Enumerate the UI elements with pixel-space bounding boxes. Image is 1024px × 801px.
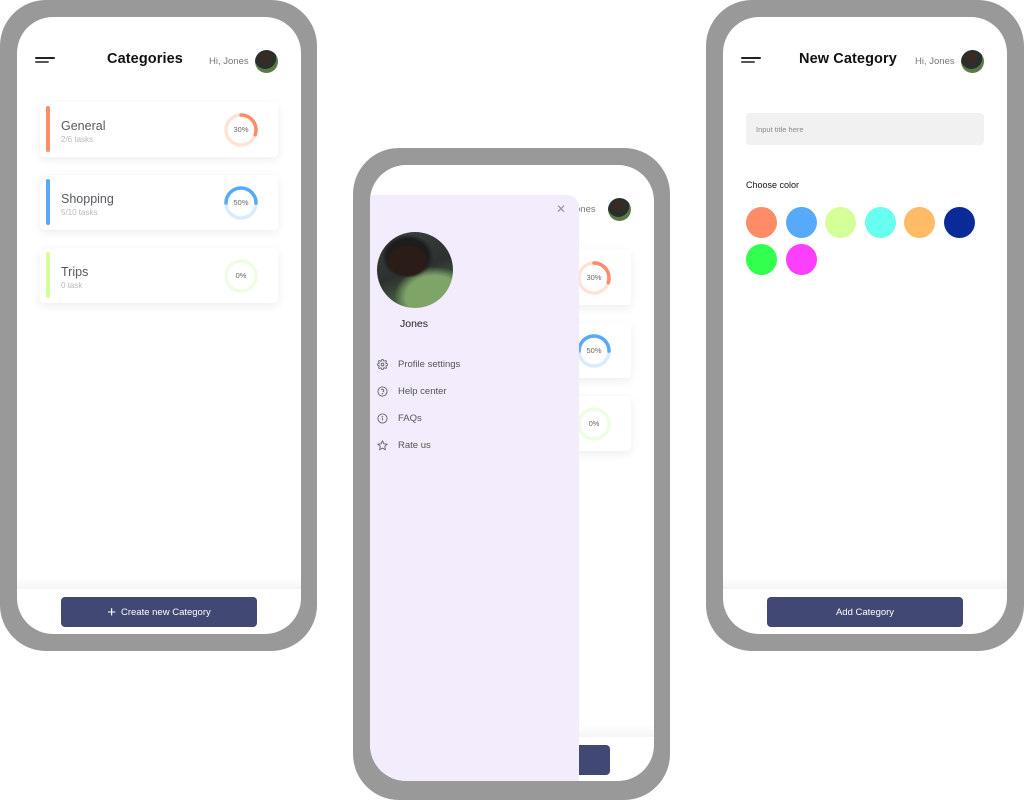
phone-drawer: ones 30% 50% 0% ✕ Jones Profile settings… [353,148,670,800]
category-name: General [61,119,106,133]
gear-icon [377,358,388,370]
menu-item-rate-us[interactable]: Rate us [377,437,431,453]
choose-color-label: Choose color [746,180,800,190]
progress-ring: 50% [576,333,612,369]
menu-item-profile-settings[interactable]: Profile settings [377,356,460,372]
avatar[interactable] [961,50,984,73]
menu-item-label: Help center [398,385,447,397]
color-swatch[interactable] [746,207,777,238]
color-swatch[interactable] [864,207,896,238]
category-color-bar [46,106,50,152]
menu-item-label: Profile settings [398,358,461,370]
profile-avatar [377,232,453,308]
category-name: Trips [61,265,89,279]
phone-new-category: New Category Hi, Jones Choose color Add … [706,0,1024,651]
create-category-label: Create new Category [120,606,211,618]
menu-item-label: Rate us [398,439,431,451]
category-count: 5/10 tasks [61,208,98,217]
add-category-button[interactable]: Add Category [767,597,963,627]
add-category-label: Add Category [835,606,895,618]
new-category-screen: New Category Hi, Jones Choose color Add … [723,17,1007,634]
phone-categories: Categories Hi, Jones General 2/6 tasks 3… [0,0,317,651]
menu-icon[interactable] [741,57,761,65]
category-color-bar [46,179,50,225]
color-swatch[interactable] [785,207,817,238]
category-card-shopping[interactable]: Shopping 5/10 tasks 50% [40,175,278,230]
progress-label: 0% [588,419,600,428]
progress-ring: 50% [223,185,259,221]
menu-item-faqs[interactable]: FAQs [377,410,422,426]
progress-ring: 30% [223,112,259,148]
category-card-trips[interactable]: Trips 0 task 0% [40,248,278,303]
avatar[interactable] [608,198,631,221]
color-swatch[interactable] [825,207,856,238]
star-icon [377,439,388,451]
greeting: Hi, Jones [915,56,955,67]
footer-divider [17,577,301,589]
color-swatch[interactable] [904,207,935,238]
page-title: New Category [799,51,897,67]
progress-ring: 0% [223,258,259,294]
side-drawer: ✕ Jones Profile settings Help center FAQ [370,195,579,781]
color-swatch[interactable] [746,244,777,275]
category-count: 0 task [61,281,83,290]
category-name: Shopping [61,192,114,206]
menu-icon[interactable] [35,57,55,65]
plus-icon: + [107,603,116,621]
color-swatch[interactable] [785,244,817,275]
progress-label: 30% [233,125,249,134]
close-icon[interactable]: ✕ [556,202,566,216]
color-swatch[interactable] [943,207,975,238]
progress-label: 0% [235,271,247,280]
footer-divider [723,577,1007,589]
category-color-bar [46,252,50,298]
page-title: Categories [107,51,183,67]
create-category-button[interactable]: + Create new Category [61,597,257,627]
progress-label: 50% [233,198,249,207]
profile-name: Jones [400,318,429,330]
progress-label: 30% [586,273,602,282]
menu-item-label: FAQs [398,412,422,424]
category-card-general[interactable]: General 2/6 tasks 30% [40,102,278,157]
category-count: 2/6 tasks [61,135,94,144]
progress-label: 50% [586,346,602,355]
info-icon [377,412,388,424]
categories-screen: Categories Hi, Jones General 2/6 tasks 3… [17,17,301,634]
progress-ring: 30% [576,260,612,296]
avatar[interactable] [255,50,278,73]
help-circle-icon [377,385,388,397]
drawer-screen: ones 30% 50% 0% ✕ Jones Profile settings… [370,165,654,781]
greeting: Hi, Jones [209,56,249,67]
menu-item-help-center[interactable]: Help center [377,383,447,399]
category-title-input[interactable] [746,113,984,145]
progress-ring: 0% [576,406,612,442]
